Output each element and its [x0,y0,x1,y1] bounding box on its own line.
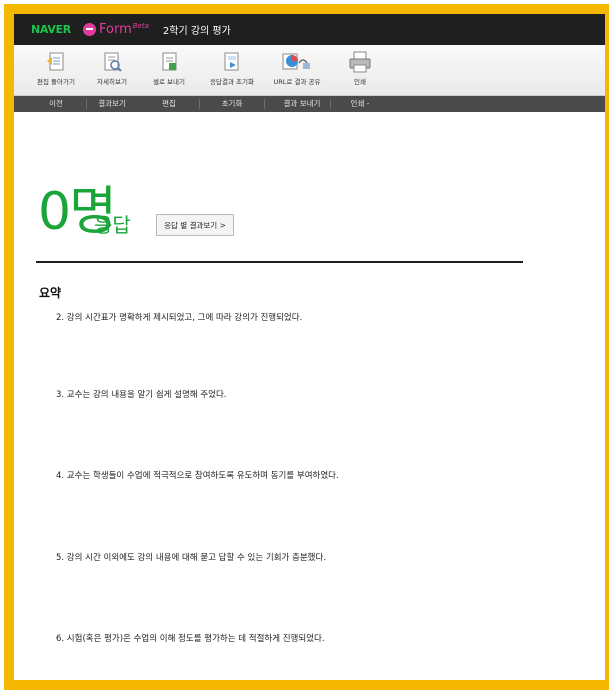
form-logo[interactable]: Form Beta [82,21,149,37]
tool-label: 셀로 보내기 [153,78,185,86]
form-logo-text: Form [98,22,132,37]
section-divider [36,261,523,263]
category-divider [264,99,265,109]
toolbar: 편집 돌아가기 자세히보기 셀로 보내기 응답결과 초기화 URL로 결과 공유… [14,45,605,96]
form-beta-badge: Beta [132,21,149,30]
tool-label: URL로 결과 공유 [273,78,321,86]
category-label: 편집 [162,99,176,108]
category-divider [199,99,200,109]
send-to-cell-button[interactable]: 셀로 보내기 [141,51,197,93]
print-button[interactable]: 인쇄 [332,51,388,93]
category-label: 결과보기 [98,99,126,108]
naver-logo[interactable]: NAVER [31,23,71,36]
detail-view-button[interactable]: 자세히보기 [84,51,140,93]
form-logo-icon [82,23,96,36]
document-title: 2학기 강의 평가 [162,26,231,37]
print-menu-dropdown[interactable]: 인쇄 - [332,96,388,112]
question-item: 4. 교수는 학생들이 수업에 적극적으로 참여하도록 유도하며 동기를 부여하… [56,471,339,481]
response-count-unit: 응답 [94,213,131,237]
app-window: NAVER Form Beta 2학기 강의 평가 편집 돌아가기 자세히보기 … [4,4,609,690]
share-url-button[interactable]: URL로 결과 공유 [269,51,325,93]
question-item: 3. 교수는 강의 내용을 알기 쉽게 설명해 주었다. [56,390,227,400]
category-label: 결과 보내기 [283,99,321,108]
tool-label: 자세히보기 [97,78,127,86]
printer-icon [349,51,371,73]
summary-title: 요약 [39,286,62,300]
question-item: 6. 시험(혹은 평가)은 수업의 이해 정도를 평가하는 데 적절하게 진행되… [56,634,325,644]
send-to-cell-icon [162,52,177,71]
category-label: 초기화 [221,99,243,108]
results-by-response-button[interactable]: 응답 별 결과보기 > [156,214,234,236]
reset-results-icon [224,52,239,71]
category-label: 이전 [49,99,63,108]
edit-back-icon [47,52,64,71]
question-item: 5. 강의 시간 이외에도 강의 내용에 대해 묻고 답할 수 있는 기회가 충… [56,553,327,563]
category-divider [330,99,331,109]
share-url-icon [282,53,310,70]
detail-view-icon [104,52,122,72]
reset-results-button[interactable]: 응답결과 초기화 [204,51,260,93]
tool-label: 응답결과 초기화 [210,78,254,86]
edit-back-button[interactable]: 편집 돌아가기 [28,51,84,93]
tool-label: 편집 돌아가기 [37,78,75,86]
tool-label: 인쇄 [354,78,366,86]
question-item: 2. 강의 시간표가 명확하게 제시되었고, 그에 따라 강의가 진행되었다. [56,313,303,323]
toolbar-category-bar: 이전 결과보기 편집 초기화 결과 보내기 인쇄 - [14,96,605,112]
top-bar: NAVER Form Beta 2학기 강의 평가 [14,14,605,45]
